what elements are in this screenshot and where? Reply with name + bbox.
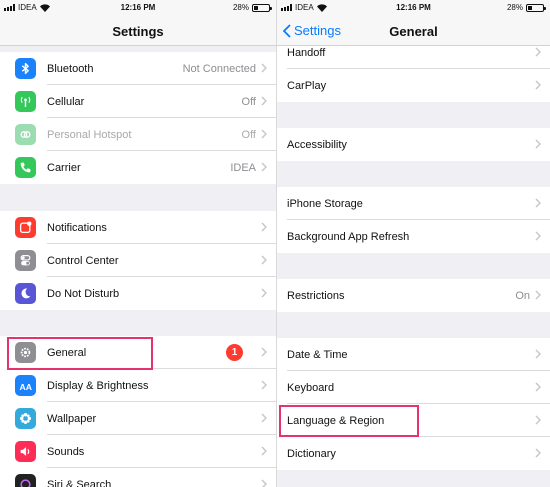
row-value: IDEA (230, 161, 256, 174)
settings-row-carrier[interactable]: Carrier IDEA (0, 151, 276, 184)
row-label: Display & Brightness (47, 379, 149, 392)
chevron-right-icon (261, 255, 267, 265)
row-label: Date & Time (287, 348, 348, 361)
row-label: Notifications (47, 221, 107, 234)
chevron-right-icon (261, 413, 267, 423)
general-screen: IDEA 12:16 PM 28% Handoff CarPlay Access… (277, 0, 550, 487)
settings-screen: IDEA 12:16 PM 28% Settings Bluetooth Not… (0, 0, 276, 487)
row-label: Personal Hotspot (47, 128, 132, 141)
hotspot-icon (15, 124, 36, 145)
general-row-iphone-storage[interactable]: iPhone Storage (277, 187, 550, 220)
battery-percent: 28% (232, 3, 249, 12)
status-bar: IDEA 12:16 PM 28% (277, 0, 550, 16)
chevron-right-icon (261, 347, 267, 357)
moon-icon (15, 283, 36, 304)
battery-icon (252, 3, 272, 12)
chevron-right-icon (261, 63, 267, 73)
chevron-right-icon (535, 80, 541, 90)
general-row-restrictions[interactable]: Restrictions On (277, 279, 550, 312)
row-label: Sounds (47, 445, 85, 458)
bluetooth-icon (15, 58, 36, 79)
row-value: Off (241, 95, 256, 108)
siri-icon (15, 474, 36, 487)
chevron-right-icon (261, 162, 267, 172)
row-label: Bluetooth (47, 62, 94, 75)
control-center-icon (15, 250, 36, 271)
page-title: General (389, 24, 438, 39)
language-region-highlight-box (279, 405, 419, 437)
row-value: Not Connected (182, 62, 256, 75)
chevron-right-icon (261, 222, 267, 232)
settings-row-cellular[interactable]: Cellular Off (0, 85, 276, 118)
row-label: Cellular (47, 95, 85, 108)
chevron-right-icon (261, 479, 267, 487)
settings-row-display-brightness[interactable]: AA Display & Brightness (0, 369, 276, 402)
chevron-right-icon (535, 349, 541, 359)
row-label: Siri & Search (47, 478, 112, 487)
display-icon: AA (15, 375, 36, 396)
wallpaper-icon (15, 408, 36, 429)
general-row-dictionary[interactable]: Dictionary (277, 437, 550, 470)
row-label: Restrictions (287, 289, 345, 302)
battery-icon (526, 3, 546, 12)
chevron-right-icon (535, 382, 541, 392)
row-label: iPhone Storage (287, 197, 363, 210)
row-label: Keyboard (287, 381, 335, 394)
chevron-right-icon (535, 47, 541, 57)
row-label: Handoff (287, 46, 326, 59)
chevron-right-icon (261, 288, 267, 298)
general-row-accessibility[interactable]: Accessibility (277, 128, 550, 161)
chevron-right-icon (261, 129, 267, 139)
phone-icon (15, 157, 36, 178)
row-label: Carrier (47, 161, 81, 174)
notification-badge: 1 (226, 344, 243, 361)
general-row-background-app-refresh[interactable]: Background App Refresh (277, 220, 550, 253)
page-title: Settings (112, 24, 164, 39)
row-label: Control Center (47, 254, 119, 267)
chevron-right-icon (535, 198, 541, 208)
general-highlight-box (7, 337, 153, 370)
row-value: Off (241, 128, 256, 141)
chevron-right-icon (261, 96, 267, 106)
chevron-right-icon (535, 139, 541, 149)
general-row-keyboard[interactable]: Keyboard (277, 371, 550, 404)
chevron-right-icon (535, 448, 541, 458)
row-label: Do Not Disturb (47, 287, 120, 300)
settings-row-control-center[interactable]: Control Center (0, 244, 276, 277)
row-label: Dictionary (287, 447, 336, 460)
chevron-right-icon (261, 446, 267, 456)
chevron-right-icon (535, 290, 541, 300)
settings-row-notifications[interactable]: Notifications (0, 211, 276, 244)
general-row-date-time[interactable]: Date & Time (277, 338, 550, 371)
settings-row-personal-hotspot[interactable]: Personal Hotspot Off (0, 118, 276, 151)
sound-icon (15, 441, 36, 462)
general-row-carplay[interactable]: CarPlay (277, 69, 550, 102)
row-label: CarPlay (287, 79, 327, 92)
row-value: On (515, 289, 530, 302)
nav-bar: Settings General (277, 16, 550, 46)
chevron-right-icon (535, 415, 541, 425)
settings-row-sounds[interactable]: Sounds (0, 435, 276, 468)
settings-row-siri-search[interactable]: Siri & Search (0, 468, 276, 487)
chevron-right-icon (535, 231, 541, 241)
settings-row-do-not-disturb[interactable]: Do Not Disturb (0, 277, 276, 310)
settings-row-wallpaper[interactable]: Wallpaper (0, 402, 276, 435)
status-bar: IDEA 12:16 PM 28% (0, 0, 276, 16)
svg-text:AA: AA (20, 382, 32, 392)
chevron-right-icon (261, 380, 267, 390)
notifications-icon (15, 217, 36, 238)
settings-row-bluetooth[interactable]: Bluetooth Not Connected (0, 52, 276, 85)
battery-percent: 28% (506, 3, 523, 12)
row-label: Background App Refresh (287, 230, 410, 243)
row-label: Wallpaper (47, 412, 97, 425)
cellular-icon (15, 91, 36, 112)
nav-bar: Settings (0, 16, 276, 46)
row-label: Accessibility (287, 138, 347, 151)
